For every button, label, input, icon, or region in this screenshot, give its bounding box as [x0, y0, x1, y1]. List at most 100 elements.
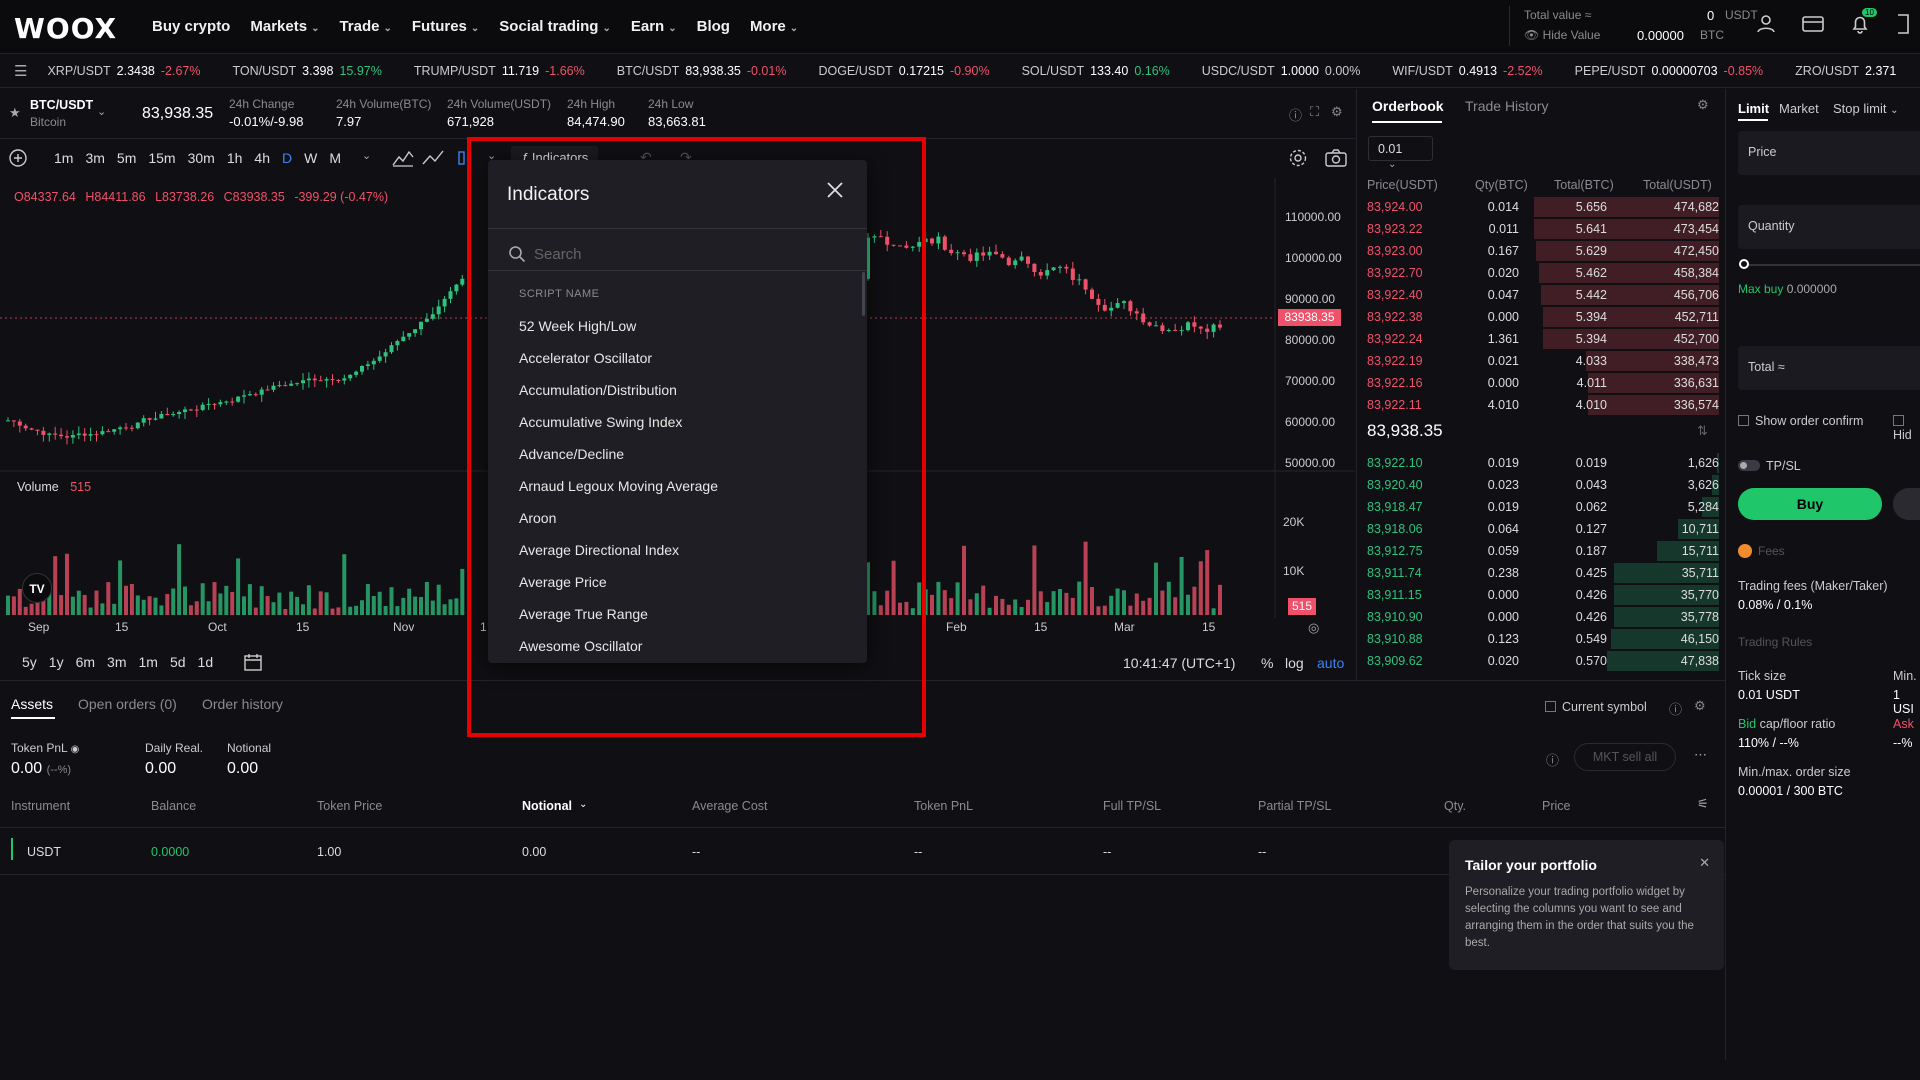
- tab-open-orders[interactable]: Open orders (0): [78, 696, 177, 712]
- symbol-selector[interactable]: BTC/USDT Bitcoin: [30, 98, 93, 129]
- interval-4h[interactable]: 4h: [254, 150, 270, 166]
- ticker-item[interactable]: PEPE/USDT 0.00000703 -0.85%: [1575, 64, 1764, 78]
- column-header[interactable]: Notional: [522, 799, 572, 813]
- column-settings-icon[interactable]: ⚟: [1697, 796, 1709, 812]
- price-input[interactable]: Price: [1738, 131, 1920, 175]
- close-icon[interactable]: ✕: [1699, 855, 1710, 871]
- mkt-sell-all-button[interactable]: MKT sell all: [1574, 743, 1676, 771]
- ticker-item[interactable]: XRP/USDT 2.3438 -2.67%: [47, 64, 200, 78]
- range-1m[interactable]: 1m: [139, 654, 158, 670]
- nav-markets[interactable]: Markets ⌄: [250, 18, 319, 35]
- woox-logo[interactable]: WOOX: [14, 12, 117, 45]
- sort-icon[interactable]: ⇅: [1697, 423, 1708, 439]
- interval-W[interactable]: W: [304, 150, 317, 166]
- info-icon[interactable]: ⓘ: [1546, 750, 1559, 769]
- fullscreen-icon[interactable]: ⛶: [1310, 104, 1319, 120]
- range-1d[interactable]: 1d: [198, 654, 214, 670]
- current-symbol-filter[interactable]: Current symbol: [1545, 700, 1647, 714]
- hidden-order[interactable]: Hid: [1893, 414, 1920, 442]
- orderbook-row[interactable]: 83,910.88 0.123 0.549 46,150: [1367, 628, 1719, 650]
- checkbox[interactable]: [1545, 701, 1556, 712]
- ticker-item[interactable]: TON/USDT 3.398 15.97%: [233, 64, 382, 78]
- range-3m[interactable]: 3m: [107, 654, 126, 670]
- favorite-star-icon[interactable]: ★: [9, 105, 21, 121]
- orderbook-row[interactable]: 83,909.62 0.020 0.570 47,838: [1367, 650, 1719, 672]
- orderbook-row[interactable]: 83,910.90 0.000 0.426 35,778: [1367, 606, 1719, 628]
- tab-trade-history[interactable]: Trade History: [1465, 98, 1549, 114]
- gear-icon[interactable]: ⚙: [1331, 104, 1343, 120]
- eye-icon[interactable]: ◉: [71, 744, 80, 755]
- interval-3m[interactable]: 3m: [85, 150, 104, 166]
- orderbook-row[interactable]: 83,923.00 0.167 5.629 472,450: [1367, 240, 1719, 262]
- chevron-down-icon[interactable]: ⌄: [579, 799, 587, 810]
- tradingview-logo[interactable]: TV: [22, 573, 52, 603]
- wallet-icon[interactable]: [1802, 15, 1824, 39]
- orderbook-row[interactable]: 83,922.24 1.361 5.394 452,700: [1367, 328, 1719, 350]
- download-icon[interactable]: [1896, 14, 1910, 40]
- info-icon[interactable]: ⓘ: [1669, 699, 1682, 718]
- nav-futures[interactable]: Futures ⌄: [412, 18, 479, 35]
- orderbook-row[interactable]: 83,918.47 0.019 0.062 5,284: [1367, 496, 1719, 518]
- hide-value-toggle[interactable]: 👁 Hide Value: [1524, 28, 1600, 42]
- orderbook-row[interactable]: 83,922.40 0.047 5.442 456,706: [1367, 284, 1719, 306]
- chevron-down-icon[interactable]: ⌄: [362, 149, 371, 162]
- slider-handle[interactable]: [1739, 259, 1749, 269]
- tab-assets[interactable]: Assets: [11, 696, 53, 712]
- interval-1h[interactable]: 1h: [227, 150, 243, 166]
- checkbox[interactable]: [1893, 415, 1904, 426]
- gear-icon[interactable]: ⚙: [1694, 698, 1706, 714]
- interval-M[interactable]: M: [329, 150, 341, 166]
- percent-toggle[interactable]: %: [1261, 655, 1273, 671]
- tab-order-history[interactable]: Order history: [202, 696, 283, 712]
- tab-stop-limit[interactable]: Stop limit ⌄: [1833, 101, 1898, 116]
- chart-settings-icon[interactable]: [1288, 148, 1308, 171]
- chevron-down-icon[interactable]: ⌄: [97, 105, 106, 118]
- orderbook-row[interactable]: 83,911.74 0.238 0.425 35,711: [1367, 562, 1719, 584]
- interval-5m[interactable]: 5m: [117, 150, 136, 166]
- ticker-item[interactable]: DOGE/USDT 0.17215 -0.90%: [818, 64, 989, 78]
- camera-icon[interactable]: [1325, 149, 1347, 170]
- interval-15m[interactable]: 15m: [148, 150, 175, 166]
- goto-realtime-icon[interactable]: ◎: [1308, 620, 1319, 636]
- more-icon[interactable]: ⋯: [1694, 747, 1707, 763]
- interval-D[interactable]: D: [282, 150, 292, 166]
- total-input[interactable]: Total ≈: [1738, 346, 1920, 390]
- orderbook-row[interactable]: 83,922.10 0.019 0.019 1,626: [1367, 452, 1719, 474]
- orderbook-row[interactable]: 83,922.16 0.000 4.011 336,631: [1367, 372, 1719, 394]
- candle-style-icon[interactable]: [458, 148, 466, 171]
- calendar-icon[interactable]: [243, 652, 263, 675]
- range-1y[interactable]: 1y: [49, 654, 64, 670]
- tab-market[interactable]: Market: [1779, 101, 1819, 116]
- orderbook-row[interactable]: 83,922.11 4.010 4.010 336,574: [1367, 394, 1719, 416]
- range-6m[interactable]: 6m: [76, 654, 95, 670]
- quantity-input[interactable]: Quantity: [1738, 205, 1920, 249]
- ticker-item[interactable]: WIF/USDT 0.4913 -2.52%: [1392, 64, 1542, 78]
- range-5y[interactable]: 5y: [22, 654, 37, 670]
- bar-style-icon[interactable]: [391, 149, 415, 170]
- nav-buy-crypto[interactable]: Buy crypto: [152, 18, 230, 35]
- orderbook-row[interactable]: 83,912.75 0.059 0.187 15,711: [1367, 540, 1719, 562]
- ticker-item[interactable]: BTC/USDT 83,938.35 -0.01%: [617, 64, 787, 78]
- checkbox[interactable]: [1738, 415, 1749, 426]
- tpsl-toggle[interactable]: TP/SL: [1738, 459, 1801, 473]
- ticker-item[interactable]: ZRO/USDT 2.371: [1795, 64, 1902, 78]
- nav-trade[interactable]: Trade ⌄: [339, 18, 391, 35]
- bell-icon[interactable]: 10: [1850, 8, 1877, 40]
- orderbook-row[interactable]: 83,922.38 0.000 5.394 452,711: [1367, 306, 1719, 328]
- auto-toggle[interactable]: auto: [1317, 655, 1344, 671]
- orderbook-row[interactable]: 83,922.70 0.020 5.462 458,384: [1367, 262, 1719, 284]
- orderbook-row[interactable]: 83,924.00 0.014 5.656 474,682: [1367, 196, 1719, 218]
- user-icon[interactable]: [1756, 14, 1776, 40]
- orderbook-row[interactable]: 83,920.40 0.023 0.043 3,626: [1367, 474, 1719, 496]
- tick-size-select[interactable]: 0.01 ⌄: [1368, 136, 1433, 170]
- ticker-item[interactable]: TRUMP/USDT 11.719 -1.66%: [414, 64, 585, 78]
- ticker-item[interactable]: USDC/USDT 1.0000 0.00%: [1202, 64, 1361, 78]
- nav-more[interactable]: More ⌄: [750, 18, 798, 35]
- gear-icon[interactable]: ⚙: [1697, 97, 1709, 113]
- log-toggle[interactable]: log: [1285, 655, 1304, 671]
- sell-button[interactable]: [1893, 488, 1920, 520]
- info-icon[interactable]: ⓘ: [1289, 105, 1302, 124]
- tab-orderbook[interactable]: Orderbook: [1372, 98, 1444, 114]
- show-order-confirm[interactable]: Show order confirm: [1738, 414, 1863, 428]
- line-style-icon[interactable]: [421, 149, 445, 170]
